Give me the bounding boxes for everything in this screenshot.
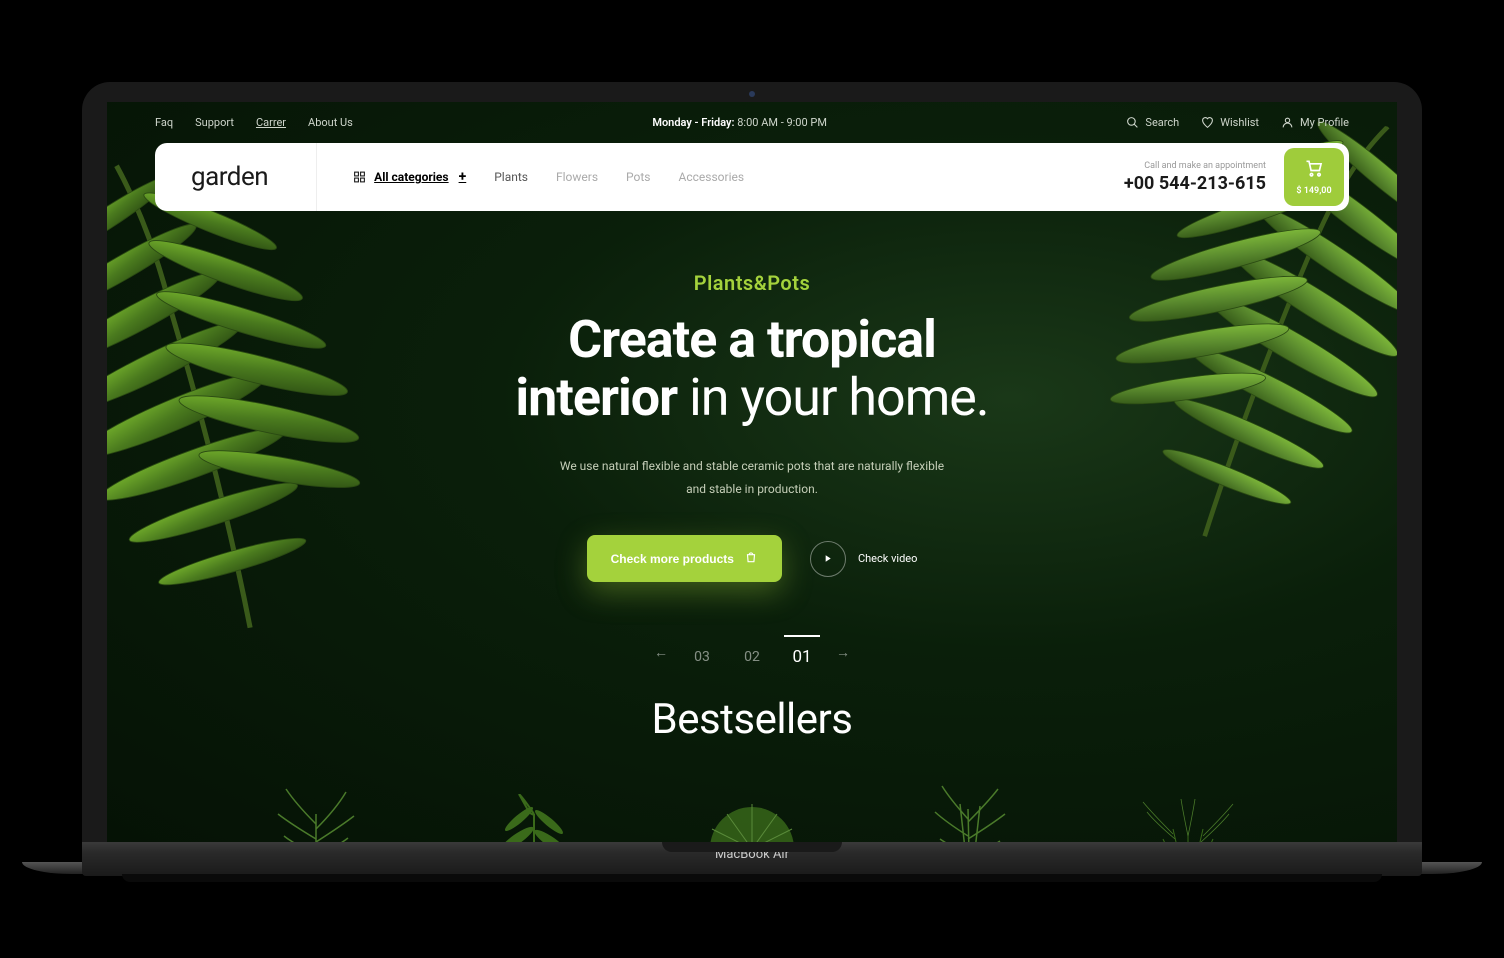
nav-link-plants[interactable]: Plants bbox=[494, 170, 528, 184]
contact-label: Call and make an appointment bbox=[1124, 161, 1266, 171]
cart-icon bbox=[1303, 158, 1325, 182]
video-label: Check video bbox=[858, 552, 917, 565]
profile-label: My Profile bbox=[1300, 116, 1349, 129]
bag-icon bbox=[744, 550, 758, 567]
pagination-prev[interactable]: ← bbox=[654, 644, 668, 661]
pagination-item-01[interactable]: 01 bbox=[786, 637, 818, 667]
contact-phone[interactable]: +00 544-213-615 bbox=[1124, 173, 1266, 194]
user-icon bbox=[1281, 116, 1294, 129]
pagination-item-03[interactable]: 03 bbox=[686, 639, 718, 665]
check-products-button[interactable]: Check more products bbox=[587, 535, 782, 582]
plus-icon: + bbox=[459, 169, 467, 185]
nav-links: All categories + Plants Flowers Pots Acc… bbox=[317, 169, 1124, 185]
bestsellers-row bbox=[107, 744, 1397, 842]
laptop-notch bbox=[662, 842, 842, 852]
logo[interactable]: garden bbox=[155, 143, 317, 211]
nav-link-accessories[interactable]: Accessories bbox=[679, 170, 745, 184]
profile-link[interactable]: My Profile bbox=[1281, 116, 1349, 129]
hours-value: 8:00 AM - 9:00 PM bbox=[737, 116, 827, 129]
headline-bold-2: interior bbox=[515, 367, 677, 428]
hero-eyebrow: Plants&Pots bbox=[107, 271, 1397, 295]
topbar-right: Search Wishlist My Profile bbox=[1126, 116, 1349, 129]
bestsellers-title: Bestsellers bbox=[107, 695, 1397, 744]
cart-total: $ 149,00 bbox=[1296, 186, 1331, 196]
headline-rest: in your home. bbox=[677, 367, 988, 428]
hero: Plants&Pots Create a tropical interior i… bbox=[107, 211, 1397, 842]
laptop-mockup: Faq Support Carrer About Us Monday - Fri… bbox=[82, 82, 1422, 876]
topbar: Faq Support Carrer About Us Monday - Fri… bbox=[107, 102, 1397, 143]
topbar-link-support[interactable]: Support bbox=[195, 116, 234, 129]
heart-icon bbox=[1201, 116, 1214, 129]
cta-label: Check more products bbox=[611, 552, 734, 566]
screen-bezel: Faq Support Carrer About Us Monday - Fri… bbox=[82, 82, 1422, 842]
hero-headline: Create a tropical interior in your home. bbox=[107, 311, 1397, 427]
pagination-next[interactable]: → bbox=[836, 644, 850, 661]
laptop-base: MacBook Air bbox=[82, 842, 1422, 876]
bestseller-plant-5[interactable] bbox=[1118, 774, 1258, 842]
headline-bold-1: Create a tropical bbox=[568, 309, 936, 370]
pagination-item-02[interactable]: 02 bbox=[736, 639, 768, 665]
topbar-link-faq[interactable]: Faq bbox=[155, 116, 173, 129]
screen: Faq Support Carrer About Us Monday - Fri… bbox=[107, 102, 1397, 842]
bestseller-plant-1[interactable] bbox=[246, 774, 386, 842]
topbar-link-about[interactable]: About Us bbox=[308, 116, 353, 129]
sub-line-2: and stable in production. bbox=[686, 482, 818, 496]
search-label: Search bbox=[1145, 116, 1179, 129]
check-video-link[interactable]: Check video bbox=[810, 541, 917, 577]
wishlist-link[interactable]: Wishlist bbox=[1201, 116, 1259, 129]
hero-subtext: We use natural flexible and stable ceram… bbox=[107, 455, 1397, 501]
contact-block: Call and make an appointment +00 544-213… bbox=[1124, 161, 1284, 194]
bestseller-plant-3[interactable] bbox=[682, 774, 822, 842]
pagination: ← 03 02 01 → bbox=[107, 637, 1397, 667]
cart-button[interactable]: $ 149,00 bbox=[1284, 148, 1344, 206]
nav-link-pots[interactable]: Pots bbox=[626, 170, 650, 184]
search-link[interactable]: Search bbox=[1126, 116, 1179, 129]
nav-link-flowers[interactable]: Flowers bbox=[556, 170, 598, 184]
bestseller-plant-4[interactable] bbox=[900, 774, 1040, 842]
topbar-left-links: Faq Support Carrer About Us bbox=[155, 116, 353, 129]
topbar-link-carrer[interactable]: Carrer bbox=[256, 116, 286, 129]
search-icon bbox=[1126, 116, 1139, 129]
hours-label: Monday - Friday: bbox=[652, 116, 734, 129]
navbar: garden All categories + Plants Flowers P… bbox=[155, 143, 1349, 211]
grid-icon bbox=[353, 171, 366, 184]
camera-dot bbox=[749, 91, 755, 97]
sub-line-1: We use natural flexible and stable ceram… bbox=[560, 459, 944, 473]
business-hours: Monday - Friday: 8:00 AM - 9:00 PM bbox=[652, 116, 827, 129]
all-categories-label: All categories bbox=[374, 170, 448, 184]
all-categories-link[interactable]: All categories + bbox=[353, 169, 466, 185]
play-icon bbox=[810, 541, 846, 577]
wishlist-label: Wishlist bbox=[1220, 116, 1259, 129]
bestseller-plant-2[interactable] bbox=[464, 774, 604, 842]
cta-row: Check more products Check video bbox=[107, 535, 1397, 582]
